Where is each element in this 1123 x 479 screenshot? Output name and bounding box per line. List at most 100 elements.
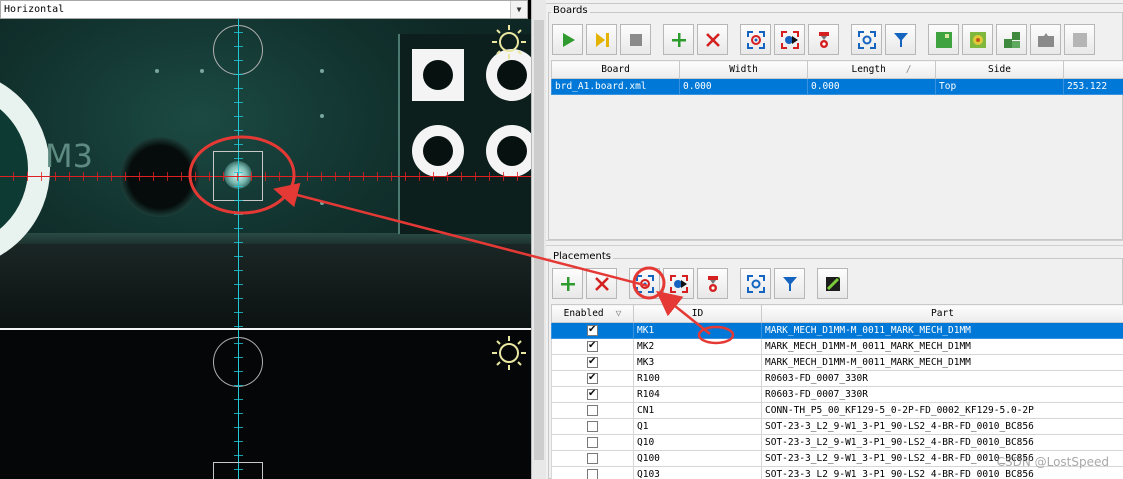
enabled-checkbox[interactable] <box>587 453 598 464</box>
placement-filter-button[interactable] <box>774 268 805 299</box>
enabled-checkbox[interactable] <box>587 356 598 368</box>
placements-title: Placements <box>551 251 613 262</box>
enabled-checkbox[interactable] <box>587 340 598 352</box>
id-cell[interactable]: Q100 <box>633 450 762 467</box>
center-icon <box>746 274 765 293</box>
delete-icon <box>705 32 720 47</box>
position-board-button[interactable] <box>851 24 882 55</box>
id-cell[interactable]: CN1 <box>633 402 762 419</box>
enabled-cell[interactable] <box>551 354 634 371</box>
board-gray-button[interactable] <box>1030 24 1061 55</box>
enabled-checkbox[interactable] <box>587 372 598 384</box>
part-cell[interactable]: SOT-23-3_L2_9-W1_3-P1_90-LS2_4-BR-FD_001… <box>761 418 1123 435</box>
table-row[interactable]: R104 R0603-FD_0007_330R <box>551 386 1123 403</box>
add-placement-button[interactable] <box>552 268 583 299</box>
remove-placement-button[interactable] <box>586 268 617 299</box>
placement-edit-button[interactable] <box>817 268 848 299</box>
id-cell[interactable]: MK1 <box>633 322 762 339</box>
column-part[interactable]: Part <box>761 304 1123 323</box>
vertical-scrollbar[interactable] <box>531 0 546 479</box>
table-row[interactable]: R100 R0603-FD_0007_330R <box>551 370 1123 387</box>
direction-select[interactable]: Horizontal ▼ <box>0 0 528 19</box>
board-name-cell[interactable]: brd_A1.board.xml <box>551 78 680 95</box>
placement-position-button[interactable] <box>740 268 771 299</box>
step-button[interactable] <box>586 24 617 55</box>
part-cell[interactable]: MARK_MECH_D1MM-M_0011_MARK_MECH_D1MM <box>761 354 1123 371</box>
part-cell[interactable]: MARK_MECH_D1MM-M_0011_MARK_MECH_D1MM <box>761 338 1123 355</box>
board-panel-button[interactable] <box>996 24 1027 55</box>
light-icon[interactable] <box>491 335 527 371</box>
id-cell[interactable]: MK2 <box>633 338 762 355</box>
enabled-checkbox[interactable] <box>587 437 598 448</box>
enabled-checkbox[interactable] <box>587 421 598 432</box>
id-cell[interactable]: Q103 <box>633 466 762 479</box>
part-cell[interactable]: R0603-FD_0007_330R <box>761 370 1123 387</box>
play-button[interactable] <box>552 24 583 55</box>
light-icon[interactable] <box>491 24 527 60</box>
camera-view-bottom[interactable] <box>0 330 531 479</box>
enabled-cell[interactable] <box>551 322 634 339</box>
column-board[interactable]: Board <box>551 60 680 79</box>
enabled-cell[interactable] <box>551 370 634 387</box>
enabled-cell[interactable] <box>551 466 634 479</box>
enabled-cell[interactable] <box>551 386 634 403</box>
filter-button[interactable] <box>885 24 916 55</box>
enabled-cell[interactable] <box>551 418 634 435</box>
stop-button[interactable] <box>620 24 651 55</box>
camera-view-top[interactable]: M3 <box>0 19 531 330</box>
enabled-checkbox[interactable] <box>587 469 598 479</box>
part-cell[interactable]: MARK_MECH_D1MM-M_0011_MARK_MECH_D1MM <box>761 322 1123 339</box>
delete-icon <box>594 276 609 291</box>
table-row[interactable]: brd_A1.board.xml 0.000 0.000 Top 253.122 <box>551 78 1123 95</box>
column-extra[interactable] <box>1063 60 1123 79</box>
board-disabled-button[interactable] <box>1064 24 1095 55</box>
capture-camera-button[interactable] <box>740 24 771 55</box>
id-cell[interactable]: MK3 <box>633 354 762 371</box>
placement-capture-button[interactable] <box>629 268 660 299</box>
part-cell[interactable]: R0603-FD_0007_330R <box>761 386 1123 403</box>
enabled-cell[interactable] <box>551 402 634 419</box>
add-board-button[interactable] <box>663 24 694 55</box>
table-row[interactable]: Q1 SOT-23-3_L2_9-W1_3-P1_90-LS2_4-BR-FD_… <box>551 418 1123 435</box>
id-cell[interactable]: Q10 <box>633 434 762 451</box>
enabled-cell[interactable] <box>551 338 634 355</box>
enabled-checkbox[interactable] <box>587 405 598 416</box>
enabled-cell[interactable] <box>551 450 634 467</box>
board-gray-icon <box>1037 32 1054 47</box>
board-settings-button[interactable] <box>928 24 959 55</box>
board-width-cell[interactable]: 0.000 <box>679 78 808 95</box>
enabled-cell[interactable] <box>551 434 634 451</box>
board-extra-cell[interactable]: 253.122 <box>1063 78 1123 95</box>
column-id[interactable]: ID <box>633 304 762 323</box>
id-cell[interactable]: Q1 <box>633 418 762 435</box>
part-cell[interactable]: CONN-TH_P5_00_KF129-5_0-2P-FD_0002_KF129… <box>761 402 1123 419</box>
id-cell[interactable]: R104 <box>633 386 762 403</box>
step-icon <box>595 32 609 47</box>
table-row[interactable]: CN1 CONN-TH_P5_00_KF129-5_0-2P-FD_0002_K… <box>551 402 1123 419</box>
column-width[interactable]: Width <box>679 60 808 79</box>
chevron-down-icon[interactable]: ▼ <box>510 1 527 18</box>
id-cell[interactable]: R100 <box>633 370 762 387</box>
remove-board-button[interactable] <box>697 24 728 55</box>
splitter[interactable] <box>546 240 1123 246</box>
column-enabled[interactable]: Enabled ▽ <box>551 304 634 323</box>
table-row[interactable]: MK1 MARK_MECH_D1MM-M_0011_MARK_MECH_D1MM <box>551 322 1123 339</box>
board-side-cell[interactable]: Top <box>935 78 1064 95</box>
column-side[interactable]: Side <box>935 60 1064 79</box>
board-pad-button[interactable] <box>962 24 993 55</box>
move-tool-button[interactable] <box>808 24 839 55</box>
part-cell[interactable]: SOT-23-3_L2_9-W1_3-P1_90-LS2_4-BR-FD_001… <box>761 434 1123 451</box>
enabled-checkbox[interactable] <box>587 388 598 400</box>
table-row[interactable]: Q10 SOT-23-3_L2_9-W1_3-P1_90-LS2_4-BR-FD… <box>551 434 1123 451</box>
silkscreen-label: M3 <box>45 137 93 175</box>
column-length[interactable]: Length ∕ <box>807 60 936 79</box>
placements-toolbar <box>552 268 848 299</box>
move-camera-button[interactable] <box>774 24 805 55</box>
board-length-cell[interactable]: 0.000 <box>807 78 936 95</box>
board-pad-icon <box>969 31 986 48</box>
placement-move-tool-button[interactable] <box>697 268 728 299</box>
enabled-checkbox[interactable] <box>587 324 598 336</box>
table-row[interactable]: MK2 MARK_MECH_D1MM-M_0011_MARK_MECH_D1MM <box>551 338 1123 355</box>
placement-move-camera-button[interactable] <box>663 268 694 299</box>
table-row[interactable]: MK3 MARK_MECH_D1MM-M_0011_MARK_MECH_D1MM <box>551 354 1123 371</box>
